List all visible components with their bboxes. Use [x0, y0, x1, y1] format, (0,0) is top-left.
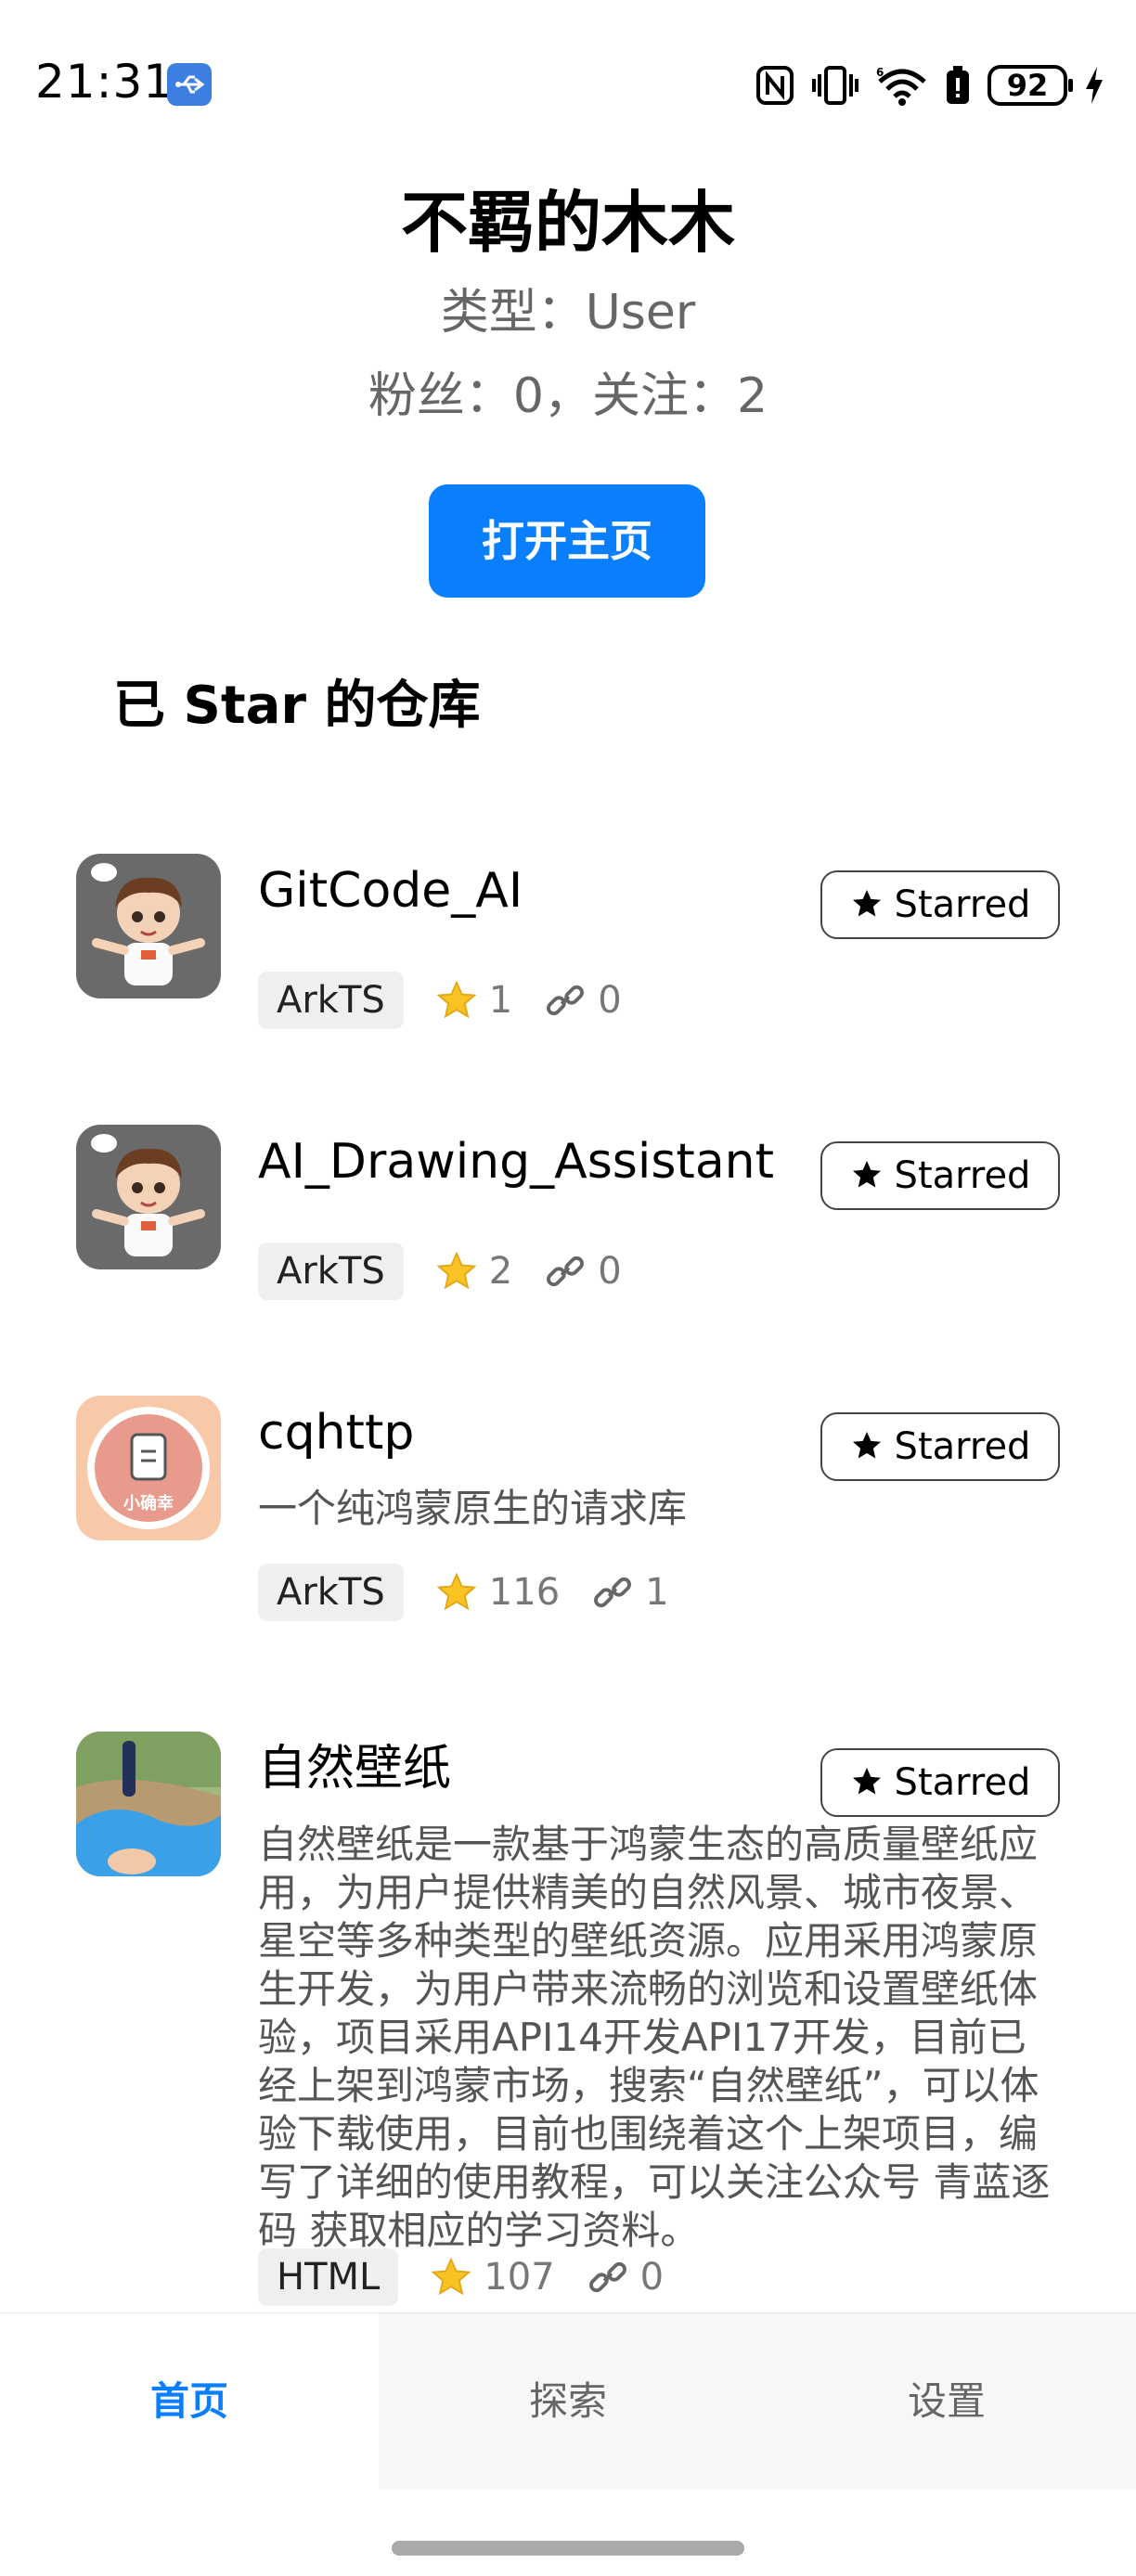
- repo-meta: ArkTS 1 0: [258, 971, 622, 1030]
- open-homepage-button[interactable]: 打开主页: [429, 484, 705, 598]
- star-count: 1: [488, 979, 513, 1022]
- charging-icon: [1086, 67, 1103, 104]
- user-stats: 粉丝：0，关注：2: [368, 368, 768, 424]
- svg-text:6: 6: [876, 66, 884, 79]
- user-type: 类型：User: [440, 285, 696, 341]
- starred-label: Starred: [894, 883, 1031, 926]
- nfc-icon: [756, 66, 794, 105]
- repo-meta: ArkTS 116 1: [258, 1563, 669, 1622]
- repo-meta: ArkTS 2 0: [258, 1242, 622, 1301]
- repo-description: 一个纯鸿蒙原生的请求库: [258, 1486, 688, 1531]
- language-badge: ArkTS: [258, 1564, 404, 1621]
- language-badge: ArkTS: [258, 1243, 404, 1300]
- cartoon-boy-icon: [76, 854, 221, 998]
- fork-count: 0: [639, 2256, 665, 2299]
- battery-icon: 92: [988, 65, 1073, 106]
- star-filled-icon: [852, 1161, 881, 1188]
- starred-label: Starred: [894, 1154, 1031, 1197]
- home-indicator[interactable]: [392, 2541, 744, 2556]
- section-title: 已 Star 的仓库: [113, 676, 481, 736]
- repo-name[interactable]: 自然壁纸: [258, 1732, 451, 1806]
- fork-count: 0: [598, 1250, 622, 1293]
- fork-count: 0: [598, 979, 622, 1022]
- repo-avatar: 小确幸: [76, 1396, 221, 1540]
- fork-link-icon: [547, 1256, 585, 1287]
- star-filled-icon: [852, 890, 881, 917]
- usb-icon: [167, 63, 212, 106]
- tab-settings[interactable]: 设置: [757, 2313, 1136, 2490]
- star-count: 2: [488, 1250, 513, 1293]
- repo-avatar: [76, 1732, 221, 1876]
- star-count: 116: [488, 1571, 561, 1614]
- starred-button[interactable]: Starred: [820, 1748, 1060, 1817]
- star-icon: [431, 2257, 471, 2296]
- tab-home[interactable]: 首页: [0, 2313, 379, 2490]
- star-icon: [436, 1251, 477, 1290]
- starred-repo-list[interactable]: GitCode_AI Starred ArkTS 1 0 AI_Drawing_…: [0, 835, 1136, 2311]
- language-badge: HTML: [258, 2248, 399, 2306]
- starred-label: Starred: [894, 1761, 1031, 1804]
- star-filled-icon: [852, 1432, 881, 1459]
- repo-meta: HTML 107 0: [258, 2248, 664, 2307]
- star-icon: [436, 980, 477, 1019]
- repo-name[interactable]: cqhttp: [258, 1396, 414, 1470]
- vibrate-icon: [812, 66, 858, 105]
- repo-avatar: [76, 1125, 221, 1269]
- bottom-tab-bar: 首页 探索 设置: [0, 2312, 1136, 2490]
- cartoon-boy-icon: [76, 1125, 221, 1269]
- user-name: 不羁的木木: [400, 184, 735, 262]
- starred-button[interactable]: Starred: [820, 1141, 1060, 1210]
- repo-avatar: [76, 854, 221, 998]
- star-count: 107: [484, 2256, 555, 2299]
- repo-description: 自然壁纸是一款基于鸿蒙生态的高质量壁纸应用，为用户提供精美的自然风景、城市夜景、…: [258, 1822, 1051, 2253]
- fork-link-icon: [588, 2261, 626, 2293]
- tab-explore[interactable]: 探索: [379, 2313, 757, 2490]
- fork-count: 1: [645, 1571, 669, 1614]
- fork-link-icon: [594, 1577, 632, 1608]
- status-bar: 21:31 6 92: [0, 0, 1136, 167]
- star-icon: [436, 1572, 477, 1611]
- starred-label: Starred: [894, 1425, 1031, 1468]
- repo-name[interactable]: AI_Drawing_Assistant: [258, 1125, 774, 1199]
- star-filled-icon: [852, 1768, 881, 1795]
- wifi-icon: 6: [876, 66, 926, 106]
- xiaoquexing-logo-icon: 小确幸: [76, 1396, 221, 1540]
- nature-photo-icon: [76, 1732, 221, 1876]
- fork-link-icon: [547, 985, 585, 1016]
- starred-button[interactable]: Starred: [820, 1412, 1060, 1481]
- battery-saver-icon: [947, 66, 969, 104]
- repo-name[interactable]: GitCode_AI: [258, 854, 523, 928]
- language-badge: ArkTS: [258, 972, 404, 1029]
- starred-button[interactable]: Starred: [820, 870, 1060, 939]
- status-time: 21:31: [35, 55, 174, 109]
- svg-text:小确幸: 小确幸: [123, 1493, 174, 1513]
